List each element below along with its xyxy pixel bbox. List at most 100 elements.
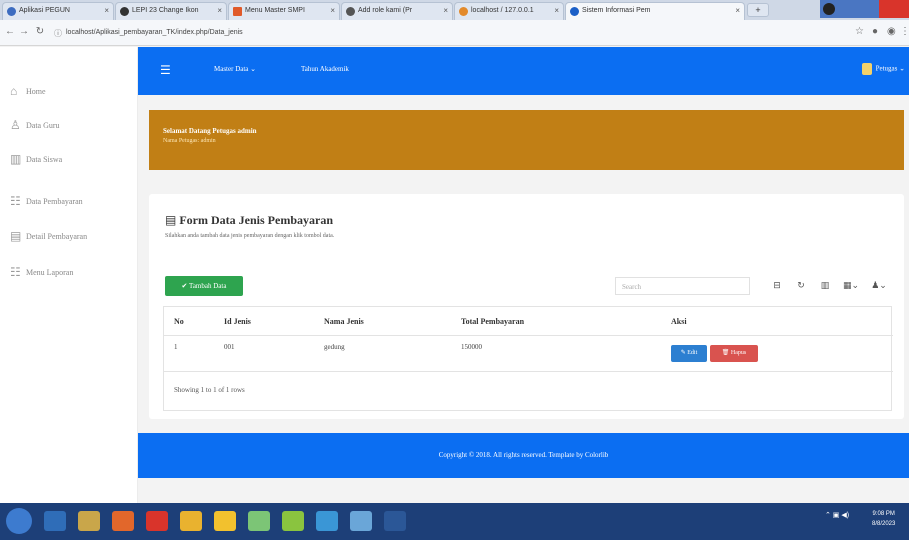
back-arrow-icon[interactable]: ← bbox=[4, 26, 16, 38]
report-icon: ☷ bbox=[10, 265, 21, 279]
close-tab-icon[interactable]: × bbox=[735, 6, 740, 15]
pagination-info: Showing 1 to 1 of 1 rows bbox=[174, 386, 245, 394]
sidebar-item-home[interactable]: ⌂ Home bbox=[10, 84, 46, 100]
column-header[interactable]: Nama Jenis bbox=[324, 307, 364, 335]
app-icon[interactable] bbox=[282, 511, 304, 531]
site-info-icon[interactable]: ⓘ bbox=[54, 28, 62, 39]
cell-no: 1 bbox=[174, 343, 178, 351]
start-button[interactable] bbox=[6, 508, 32, 534]
toggle-view-icon[interactable]: ▥ bbox=[818, 277, 832, 295]
new-tab-button[interactable]: + bbox=[747, 3, 769, 17]
data-card: ▤ Form Data Jenis Pembayaran Silahkan and… bbox=[149, 194, 904, 419]
app-icon[interactable] bbox=[350, 511, 372, 531]
close-tab-icon[interactable]: × bbox=[330, 6, 335, 15]
extension-icon[interactable]: ● bbox=[872, 26, 878, 37]
column-header[interactable]: Aksi bbox=[671, 307, 687, 335]
banner-title: Selamat Datang Petugas admin bbox=[163, 127, 257, 135]
user-name: Petugas ⌄ bbox=[875, 64, 905, 73]
browser-menu-icon[interactable]: ⋮ bbox=[900, 26, 909, 37]
column-header[interactable]: No bbox=[174, 307, 184, 335]
close-tab-icon[interactable]: × bbox=[104, 6, 109, 15]
sidebar-item-label: Data Pembayaran bbox=[26, 197, 83, 206]
sidebar-item-menu-laporan[interactable]: ☷ Menu Laporan bbox=[10, 265, 73, 281]
sidebar-item-label: Home bbox=[26, 87, 46, 96]
column-header[interactable]: Total Pembayaran bbox=[461, 307, 524, 335]
forward-arrow-icon[interactable]: → bbox=[18, 26, 30, 38]
avatar bbox=[861, 63, 872, 75]
sidebar-item-data-pembayaran[interactable]: ☷ Data Pembayaran bbox=[10, 194, 83, 210]
word-icon[interactable] bbox=[384, 511, 406, 531]
explorer-icon[interactable] bbox=[78, 511, 100, 531]
welcome-banner: Selamat Datang Petugas admin Nama Petuga… bbox=[149, 110, 904, 170]
clock-date: 8/8/2023 bbox=[872, 521, 896, 527]
close-tab-icon[interactable]: × bbox=[217, 6, 222, 15]
sidebar-item-label: Menu Laporan bbox=[26, 268, 74, 277]
clock-time: 9:08 PM bbox=[872, 511, 895, 517]
sidebar: ⌂ Home ♙ Data Guru ▥ Data Siswa ☷ Data P… bbox=[0, 47, 138, 503]
close-tab-icon[interactable]: × bbox=[443, 6, 448, 15]
delete-button[interactable]: 🗑 Hapus bbox=[710, 345, 758, 362]
tab-favicon-icon bbox=[346, 7, 355, 16]
browser-tab[interactable]: LEPI 23 Change Ikon × bbox=[115, 2, 227, 20]
sidebar-item-detail-pembayaran[interactable]: ▤ Detail Pembayaran bbox=[10, 229, 87, 245]
paginate-icon[interactable]: ⊟ bbox=[770, 277, 784, 295]
tab-favicon-icon bbox=[233, 7, 242, 16]
browser-tab-active[interactable]: Sistem Informasi Pem × bbox=[565, 2, 745, 20]
tab-favicon-icon bbox=[570, 7, 579, 16]
export-icon[interactable]: ♟⌄ bbox=[868, 277, 890, 295]
vscode-icon[interactable] bbox=[316, 511, 338, 531]
nav-master-data[interactable]: Master Data ⌄ bbox=[214, 65, 256, 73]
edit-button[interactable]: ✎ Edit bbox=[671, 345, 707, 362]
browser-tab[interactable]: localhost / 127.0.0.1 × bbox=[454, 2, 564, 20]
top-navbar: ☰ Master Data ⌄ Tahun Akademik Petugas ⌄ bbox=[138, 47, 909, 95]
extension-icon[interactable]: ◉ bbox=[887, 26, 896, 37]
app-icon[interactable] bbox=[248, 511, 270, 531]
column-header[interactable]: Id Jenis bbox=[224, 307, 251, 335]
app-icon[interactable] bbox=[214, 511, 236, 531]
banner-subtitle: Nama Petugas: admin bbox=[163, 138, 216, 144]
browser-tab[interactable]: Menu Master SMPI × bbox=[228, 2, 340, 20]
taskbar: ⌃ ▣ ◀) 9:08 PM 8/8/2023 bbox=[0, 503, 909, 540]
cell-total-pembayaran: 150000 bbox=[461, 343, 482, 351]
browser-tab-strip: Aplikasi PEGUN × LEPI 23 Change Ikon × M… bbox=[0, 0, 909, 20]
media-player-icon[interactable] bbox=[112, 511, 134, 531]
cell-id-jenis: 001 bbox=[224, 343, 235, 351]
chrome-icon[interactable] bbox=[180, 511, 202, 531]
browser-tab[interactable]: Aplikasi PEGUN × bbox=[2, 2, 114, 20]
tab-favicon-icon bbox=[459, 7, 468, 16]
detail-icon: ▤ bbox=[10, 229, 22, 243]
close-tab-icon[interactable]: × bbox=[554, 6, 559, 15]
user-menu[interactable]: Petugas ⌄ bbox=[861, 63, 905, 75]
browser-tab[interactable]: Add role kami (Pr × bbox=[341, 2, 453, 20]
refresh-icon[interactable]: ↻ bbox=[794, 277, 808, 295]
browser-address-bar: ← → ↻ ⓘ localhost/Aplikasi_pembayaran_TK… bbox=[0, 20, 909, 46]
window-close-button[interactable] bbox=[879, 0, 909, 18]
clock[interactable]: 9:08 PM 8/8/2023 bbox=[872, 509, 895, 529]
profile-avatar-icon[interactable] bbox=[823, 3, 835, 15]
users-icon: ♙ bbox=[10, 118, 21, 132]
footer: Copyright © 2018. All rights reserved. T… bbox=[138, 433, 909, 478]
hamburger-menu-icon[interactable]: ☰ bbox=[160, 63, 171, 78]
sidebar-item-data-siswa[interactable]: ▥ Data Siswa bbox=[10, 152, 62, 168]
table-toolbar: ⊟ ↻ ▥ ▦⌄ ♟⌄ bbox=[754, 277, 894, 295]
list-icon: ☷ bbox=[10, 194, 21, 208]
system-tray[interactable]: ⌃ ▣ ◀) bbox=[825, 511, 849, 519]
form-icon: ▤ bbox=[165, 213, 177, 227]
cell-nama-jenis: gedung bbox=[324, 343, 345, 351]
search-input[interactable]: Search bbox=[615, 277, 750, 295]
nav-tahun-akademik[interactable]: Tahun Akademik bbox=[301, 65, 349, 73]
tab-favicon-icon bbox=[120, 7, 129, 16]
add-data-button[interactable]: ✔ Tambah Data bbox=[165, 276, 243, 296]
ie-icon[interactable] bbox=[44, 511, 66, 531]
sidebar-item-data-guru[interactable]: ♙ Data Guru bbox=[10, 118, 60, 134]
url-input[interactable]: ⓘ localhost/Aplikasi_pembayaran_TK/index… bbox=[52, 24, 832, 42]
page-title: ▤ Form Data Jenis Pembayaran bbox=[165, 213, 333, 227]
columns-icon[interactable]: ▦⌄ bbox=[840, 277, 862, 295]
reload-icon[interactable]: ↻ bbox=[34, 26, 46, 38]
bookmark-star-icon[interactable]: ☆ bbox=[855, 26, 864, 37]
home-icon: ⌂ bbox=[10, 84, 18, 98]
sidebar-item-label: Detail Pembayaran bbox=[26, 232, 88, 241]
sidebar-item-label: Data Guru bbox=[26, 121, 60, 130]
app-icon[interactable] bbox=[146, 511, 168, 531]
sidebar-item-label: Data Siswa bbox=[26, 155, 63, 164]
